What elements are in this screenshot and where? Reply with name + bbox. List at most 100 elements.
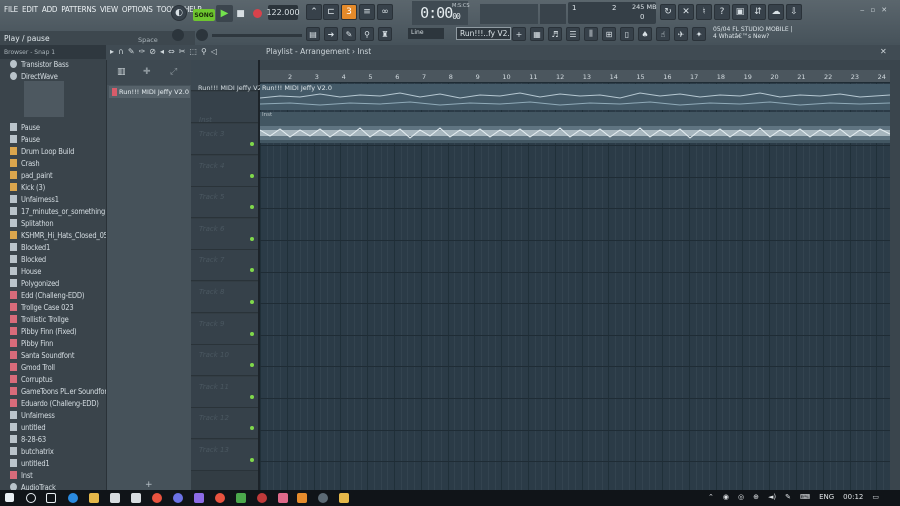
menu-item-add[interactable]: ADD	[40, 5, 59, 17]
draw-icon[interactable]: ✎	[128, 47, 135, 56]
picker-item[interactable]: Run!!! MIDI Jeffy V2.0	[109, 86, 190, 98]
browser-item[interactable]: Eduardo (Challeng-EDD)	[0, 397, 106, 409]
info-icon[interactable]: ✦	[692, 27, 706, 41]
browser-item[interactable]: Blocked1	[0, 241, 106, 253]
browser-item[interactable]: Pibby Finn (Fixed)	[0, 325, 106, 337]
track-enabled-icon[interactable]	[250, 173, 254, 178]
steam-tray-icon[interactable]: ◎	[738, 493, 744, 501]
browser-item[interactable]: Transistor Bass	[0, 58, 106, 70]
browser-item[interactable]: Drum Loop Build	[0, 145, 106, 157]
menu-item-file[interactable]: FILE	[2, 5, 20, 17]
mixer-view-icon[interactable]: ⫼	[584, 27, 598, 41]
record-button[interactable]	[250, 5, 265, 22]
volume-slider[interactable]	[540, 4, 566, 24]
chat-icon[interactable]: ☁	[768, 4, 784, 20]
audio-picker-icon[interactable]: ✚	[143, 67, 151, 77]
browser-item[interactable]: Edd (Challeng-EDD)	[0, 289, 106, 301]
browser-item[interactable]: untitled1	[0, 457, 106, 469]
menu-arrow-icon[interactable]: ▸	[110, 47, 114, 56]
pen-icon[interactable]: ✎	[785, 493, 791, 501]
browser-item[interactable]: 8-28-63	[0, 433, 106, 445]
track-header[interactable]: Track 7	[191, 250, 258, 282]
network-icon[interactable]: ⊕	[753, 493, 759, 501]
browser-header[interactable]: Browser - Snap 1	[0, 45, 106, 59]
project-icon[interactable]: ▯	[620, 27, 634, 41]
midi-clip[interactable]	[259, 84, 891, 110]
menu-item-view[interactable]: VIEW	[98, 5, 120, 17]
browser-item[interactable]: 17_minutes_or_something	[0, 205, 106, 217]
track-enabled-icon[interactable]	[250, 426, 254, 431]
browser-item[interactable]: Unfairness	[0, 409, 106, 421]
track-header[interactable]: Track 13	[191, 440, 258, 471]
browser-item[interactable]: House	[0, 265, 106, 277]
horizontal-scrollbar[interactable]	[260, 60, 890, 70]
browser-item[interactable]: Unfairness1	[0, 193, 106, 205]
chrome-alt-icon[interactable]	[215, 493, 225, 503]
download-icon[interactable]: ⇩	[786, 4, 802, 20]
song-mode-button[interactable]: SONG	[193, 9, 215, 21]
magnet-icon[interactable]: ∩	[118, 47, 124, 56]
browser-item[interactable]: GameToons PL.er Soundfont	[0, 385, 106, 397]
track-header[interactable]: Track 3	[191, 124, 258, 155]
tray-chevron-icon[interactable]: ⌃	[708, 493, 714, 501]
track-enabled-icon[interactable]	[250, 300, 254, 304]
track-enabled-icon[interactable]	[250, 394, 254, 399]
track-enabled-icon[interactable]	[250, 142, 254, 146]
track-header[interactable]: Track 8	[191, 282, 258, 313]
browser-item[interactable]: pad_paint	[0, 169, 106, 181]
track-enabled-icon[interactable]	[250, 458, 254, 462]
track-header[interactable]: Run!!! MIDI Jeffy V2.0	[191, 60, 268, 92]
track-enabled-icon[interactable]	[250, 268, 254, 273]
track-enabled-icon[interactable]	[250, 331, 254, 336]
browser-item[interactable]: Trollge Case 023	[0, 301, 106, 313]
clock[interactable]: 00:12	[843, 493, 863, 501]
fl-studio-icon[interactable]	[339, 493, 349, 503]
recorder-icon[interactable]	[257, 493, 267, 503]
browser-item[interactable]: Gmod Troll	[0, 361, 106, 373]
refresh-icon[interactable]: ↻	[660, 4, 676, 20]
browser-item[interactable]: Pause	[0, 121, 106, 133]
blend-notes-icon[interactable]: ∞	[377, 4, 393, 20]
save-icon[interactable]: ▣	[732, 4, 748, 20]
countdown-icon[interactable]: 3	[341, 4, 357, 20]
browser-item[interactable]: Corruptus	[0, 373, 106, 385]
mute-icon[interactable]: ◂	[160, 47, 164, 56]
paint-app-icon[interactable]	[278, 493, 288, 503]
stamp-icon[interactable]: ♜	[378, 27, 392, 41]
slice-icon[interactable]: ✂	[179, 47, 186, 56]
microphone-icon[interactable]: ♮	[696, 4, 712, 20]
delete-icon[interactable]: ⊘	[149, 47, 156, 56]
pattern-selector[interactable]: Run!!!..fy V2.0	[456, 27, 511, 40]
browser-item[interactable]: Santa Soundfont	[0, 349, 106, 361]
track-header[interactable]: Track 11	[191, 376, 258, 408]
audio-clip[interactable]	[259, 112, 891, 143]
tempo-tap-icon[interactable]: ♠	[638, 27, 652, 41]
metronome-icon[interactable]: ⌃	[306, 4, 322, 20]
touch-icon[interactable]: ☝	[656, 27, 670, 41]
nvidia-icon[interactable]: ◉	[723, 493, 729, 501]
browser-item[interactable]: Blocked	[0, 253, 106, 265]
playlist-close-icon[interactable]: ✕	[880, 47, 887, 56]
play-button[interactable]: ▶	[216, 5, 233, 22]
stop-button[interactable]: ■	[233, 5, 248, 22]
paint-icon[interactable]: ✑	[139, 47, 146, 56]
volume-icon[interactable]: ◄)	[768, 493, 776, 501]
track-header[interactable]: Track 5	[191, 187, 258, 219]
playback-icon[interactable]: ◁	[211, 47, 217, 56]
channel-rack-icon[interactable]: ▦	[530, 27, 544, 41]
browser-item[interactable]: DirectWave	[0, 70, 106, 82]
store-icon[interactable]	[110, 493, 120, 503]
track-enabled-icon[interactable]	[250, 363, 254, 368]
add-pattern-icon[interactable]: +	[512, 27, 526, 41]
track-enabled-icon[interactable]	[250, 236, 254, 241]
browser-item[interactable]: KSHMR_Hi_Hats_Closed_05	[0, 229, 106, 241]
browser-item[interactable]: Trollistic Trollge	[0, 313, 106, 325]
track-enabled-icon[interactable]	[250, 205, 254, 210]
browser-item[interactable]: Splitathon	[0, 217, 106, 229]
vertical-scrollbar[interactable]	[890, 60, 900, 490]
notifications-icon[interactable]: ▭	[872, 493, 879, 501]
pattern-song-toggle-icon[interactable]: ◐	[171, 5, 187, 21]
tools-icon[interactable]: ✕	[678, 4, 694, 20]
edge-icon[interactable]	[68, 493, 78, 503]
browser-item[interactable]: Kick (3)	[0, 181, 106, 193]
